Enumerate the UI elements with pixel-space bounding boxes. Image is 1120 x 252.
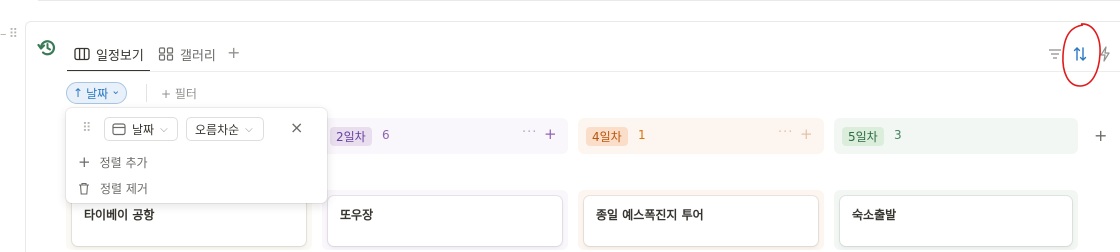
close-icon[interactable]: × [290,118,303,137]
toolbar-divider [146,84,147,102]
group-count: 6 [382,128,390,142]
sort-direction-select[interactable]: 오름차순 ⌵ [186,117,264,141]
sort-popup: ⠿ 날짜 ⌵ 오름차순 ⌵ × + 정렬 추가 정렬 제거 [66,108,327,203]
calendar-icon [112,123,126,136]
more-icon[interactable]: ··· [778,125,793,140]
group-label: 4일차 [586,127,628,146]
group-label: 2일차 [330,127,372,146]
card-title: 종일 예스폭진지 투어 [596,208,704,222]
remove-sort-label: 정렬 제거 [100,181,148,196]
history-icon[interactable] [37,38,57,58]
more-icon[interactable]: ··· [522,125,537,140]
add-card-button[interactable]: + [800,125,813,143]
sort-property-select[interactable]: 날짜 ⌵ [104,117,178,141]
group-label: 5일차 [842,127,884,146]
group-header-day4: 4일차 1 ··· + [578,118,824,154]
sort-direction-label: 오름차순 [195,122,240,137]
group-header-day5: 5일차 3 [834,118,1078,154]
card-title: 타이베이 공항 [84,208,155,222]
card[interactable]: 또우장 [328,196,562,246]
gallery-icon [158,47,174,61]
chevron-down-icon: ⌵ [160,123,168,135]
card[interactable]: 숙소출발 [840,196,1072,246]
card[interactable]: 종일 예스폭진지 투어 [584,196,818,246]
add-filter-button[interactable]: + 필터 [161,85,197,102]
tab-gallery[interactable]: 갤러리 [158,44,216,64]
trash-icon [79,182,89,195]
drag-handle-icon[interactable]: ⠿ [82,121,92,136]
plus-icon: + [78,153,91,171]
add-group-button[interactable]: + [1094,126,1107,145]
arrow-up-icon: ↑ [73,86,84,100]
sort-property-label: 날짜 [132,122,155,137]
annotation-circle [1062,23,1101,87]
add-view-button[interactable]: + [227,43,240,62]
tab-divider [67,71,1120,72]
add-sort-label: 정렬 추가 [99,155,148,170]
add-sort-button[interactable]: + 정렬 추가 [78,153,148,171]
card-title: 숙소출발 [852,208,897,222]
add-card-button[interactable]: + [544,125,557,143]
card[interactable]: 타이베이 공항 [72,196,306,246]
tab-schedule[interactable]: 일정보기 [74,44,144,64]
sort-chip-label: 날짜 [86,86,109,101]
chevron-down-icon: ⌵ [245,123,253,135]
board-icon [74,47,90,61]
group-header-day2: 2일차 6 ··· + [322,118,568,154]
tab-label: 갤러리 [180,48,216,64]
drag-handle-icon[interactable]: – ⠿ [0,27,22,42]
group-count: 1 [638,128,646,142]
sort-chip[interactable]: ↑ 날짜 ⌄ [66,82,128,104]
top-divider [0,0,1120,1]
remove-sort-button[interactable]: 정렬 제거 [78,179,148,197]
tab-label: 일정보기 [96,48,144,64]
card-title: 또우장 [340,208,374,222]
group-count: 3 [894,128,902,142]
chevron-down-icon: ⌄ [111,83,121,97]
